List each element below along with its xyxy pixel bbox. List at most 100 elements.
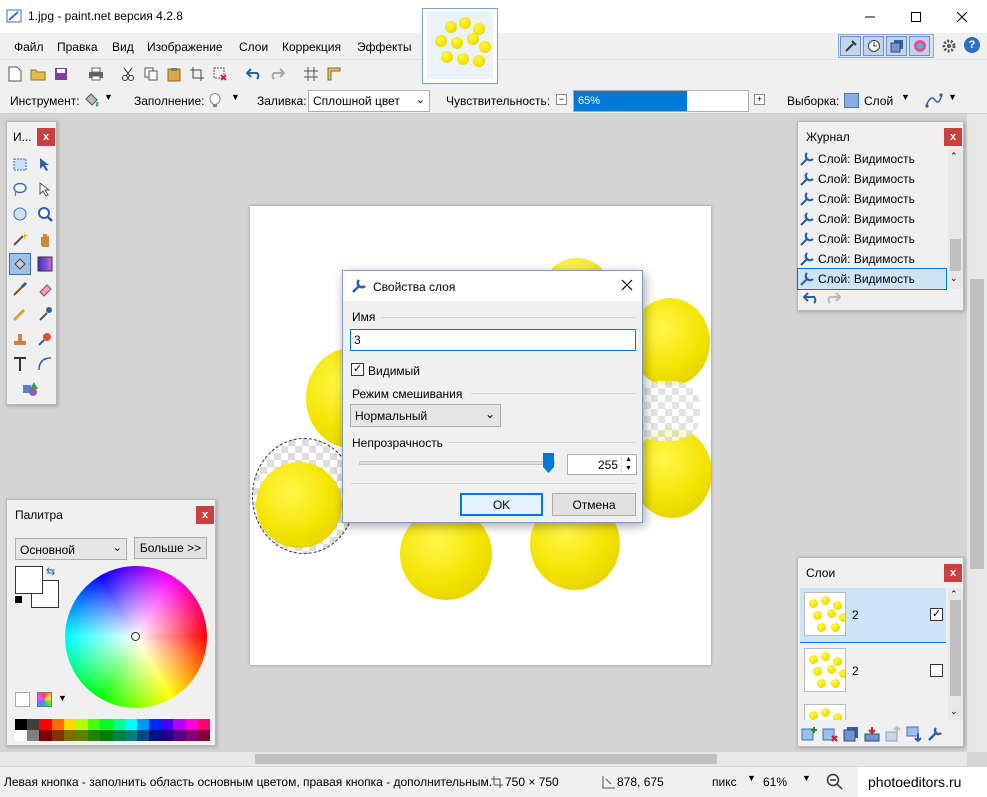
layer-sampling-icon[interactable]: [844, 93, 859, 108]
history-item[interactable]: Слой: Видимость: [797, 268, 947, 290]
palette-swatch[interactable]: [63, 719, 76, 730]
pencil-icon[interactable]: [10, 304, 30, 324]
menu-layers[interactable]: Слои: [239, 40, 268, 54]
ruler-icon[interactable]: [324, 64, 344, 84]
layers-scroll-thumb[interactable]: [950, 600, 961, 696]
tolerance-slider[interactable]: 65%: [573, 90, 749, 112]
maximize-button[interactable]: [893, 0, 939, 33]
history-item[interactable]: Слой: Видимость: [798, 249, 946, 269]
palette-swatch[interactable]: [75, 730, 89, 741]
spin-up-icon[interactable]: ▲: [621, 456, 635, 464]
blend-dropdown-icon[interactable]: ▼: [948, 92, 957, 102]
layer-row[interactable]: 2 ✓: [800, 588, 946, 643]
opacity-spinbox[interactable]: 255 ▲ ▼: [567, 454, 637, 475]
palette-swatch[interactable]: [88, 719, 101, 730]
layers-window-toggle-icon[interactable]: [886, 36, 907, 56]
menu-image[interactable]: Изображение: [147, 40, 223, 54]
close-button[interactable]: [939, 0, 985, 33]
duplicate-layer-icon[interactable]: [843, 726, 859, 742]
history-item[interactable]: Слой: Видимость: [798, 229, 946, 249]
minimize-button[interactable]: [847, 0, 893, 33]
palette-swatch[interactable]: [124, 719, 137, 730]
vertical-scrollbar[interactable]: [967, 114, 987, 752]
pan-icon[interactable]: [35, 229, 55, 249]
cut-icon[interactable]: [118, 64, 138, 84]
zoom-dropdown-icon[interactable]: ▼: [802, 773, 811, 783]
rectangle-select-icon[interactable]: [10, 154, 30, 174]
fill-dropdown-icon[interactable]: ▼: [231, 92, 240, 102]
flood-mode-select[interactable]: Сплошной цвет ⌄: [308, 90, 430, 112]
ok-button[interactable]: OK: [460, 493, 543, 516]
palette-swatch[interactable]: [161, 730, 174, 741]
layer-visibility-checkbox[interactable]: [930, 664, 943, 677]
palette-swatch[interactable]: [39, 730, 52, 741]
paste-icon[interactable]: [164, 64, 184, 84]
palette-options-dropdown-icon[interactable]: ▼: [58, 693, 67, 703]
deselect-icon[interactable]: [210, 64, 230, 84]
paintbrush-icon[interactable]: [10, 279, 30, 299]
clone-stamp-icon[interactable]: [10, 329, 30, 349]
colors-window-toggle-icon[interactable]: [909, 36, 930, 56]
history-window-toggle-icon[interactable]: [863, 36, 884, 56]
zoom-out-icon[interactable]: [826, 773, 844, 791]
menu-file[interactable]: Файл: [14, 40, 44, 54]
primary-color-swatch[interactable]: [15, 566, 43, 594]
vertical-scroll-thumb[interactable]: [970, 279, 984, 569]
cancel-button[interactable]: Отмена: [552, 493, 636, 516]
palette-swatch[interactable]: [63, 730, 76, 741]
units-dropdown-icon[interactable]: ▼: [747, 773, 756, 783]
zoom-value[interactable]: 61%: [763, 775, 787, 789]
scroll-up-icon[interactable]: ⌃: [950, 151, 958, 162]
units-select[interactable]: пикс: [712, 775, 737, 789]
reset-colors-icon[interactable]: [15, 596, 22, 603]
grid-icon[interactable]: [301, 64, 321, 84]
palette-swatch[interactable]: [15, 719, 28, 730]
palette-swatch[interactable]: [27, 719, 40, 730]
palette-swatch[interactable]: [100, 719, 113, 730]
layer-row[interactable]: 1: [800, 700, 946, 720]
move-selection-icon[interactable]: [35, 154, 55, 174]
print-icon[interactable]: [86, 64, 106, 84]
redo-icon[interactable]: [267, 64, 287, 84]
palette-swatch[interactable]: [27, 730, 40, 741]
move-layer-up-icon[interactable]: [885, 726, 901, 742]
palette-swatch[interactable]: [39, 719, 52, 730]
new-file-icon[interactable]: [5, 64, 25, 84]
open-folder-icon[interactable]: [28, 64, 48, 84]
palette-swatch[interactable]: [75, 719, 89, 730]
color-wheel-cursor[interactable]: [131, 632, 140, 641]
palette-swatch[interactable]: [149, 730, 162, 741]
palette-swatch[interactable]: [197, 730, 210, 741]
dialog-close-icon[interactable]: [621, 279, 633, 291]
layers-scrollbar[interactable]: ⌃ ⌄: [948, 588, 963, 720]
palette-swatch[interactable]: [185, 730, 198, 741]
history-redo-icon[interactable]: [825, 292, 841, 304]
swap-colors-icon[interactable]: ⇆: [46, 565, 55, 578]
history-scroll-thumb[interactable]: [950, 239, 961, 271]
layer-row[interactable]: 2: [800, 644, 946, 698]
palette-swatch[interactable]: [197, 719, 210, 730]
palette-swatch[interactable]: [100, 730, 113, 741]
shapes-icon[interactable]: [20, 379, 40, 399]
more-colors-button[interactable]: Больше >>: [134, 537, 207, 559]
add-layer-icon[interactable]: [801, 726, 817, 742]
history-scrollbar[interactable]: ⌃ ⌄: [948, 149, 963, 289]
move-selected-icon[interactable]: [35, 179, 55, 199]
palette-swatch[interactable]: [136, 719, 150, 730]
layers-close-icon[interactable]: x: [944, 564, 962, 582]
magic-wand-icon[interactable]: [10, 229, 30, 249]
blend-mode-select[interactable]: Нормальный ⌄: [350, 404, 501, 427]
history-item[interactable]: Слой: Видимость: [798, 189, 946, 209]
zoom-icon[interactable]: [35, 204, 55, 224]
move-layer-down-icon[interactable]: [906, 726, 922, 742]
palette-swatch[interactable]: [136, 730, 150, 741]
menu-effects[interactable]: Эффекты: [357, 40, 412, 54]
crop-to-selection-icon[interactable]: [187, 64, 207, 84]
paint-bucket-icon[interactable]: [83, 92, 99, 108]
scroll-down-icon[interactable]: ⌄: [950, 706, 958, 717]
history-item[interactable]: Слой: Видимость: [798, 149, 946, 169]
horizontal-scrollbar[interactable]: [0, 752, 967, 766]
spin-down-icon[interactable]: ▼: [621, 465, 635, 473]
palette-swatch[interactable]: [185, 719, 198, 730]
blend-mode-icon[interactable]: [925, 92, 943, 108]
